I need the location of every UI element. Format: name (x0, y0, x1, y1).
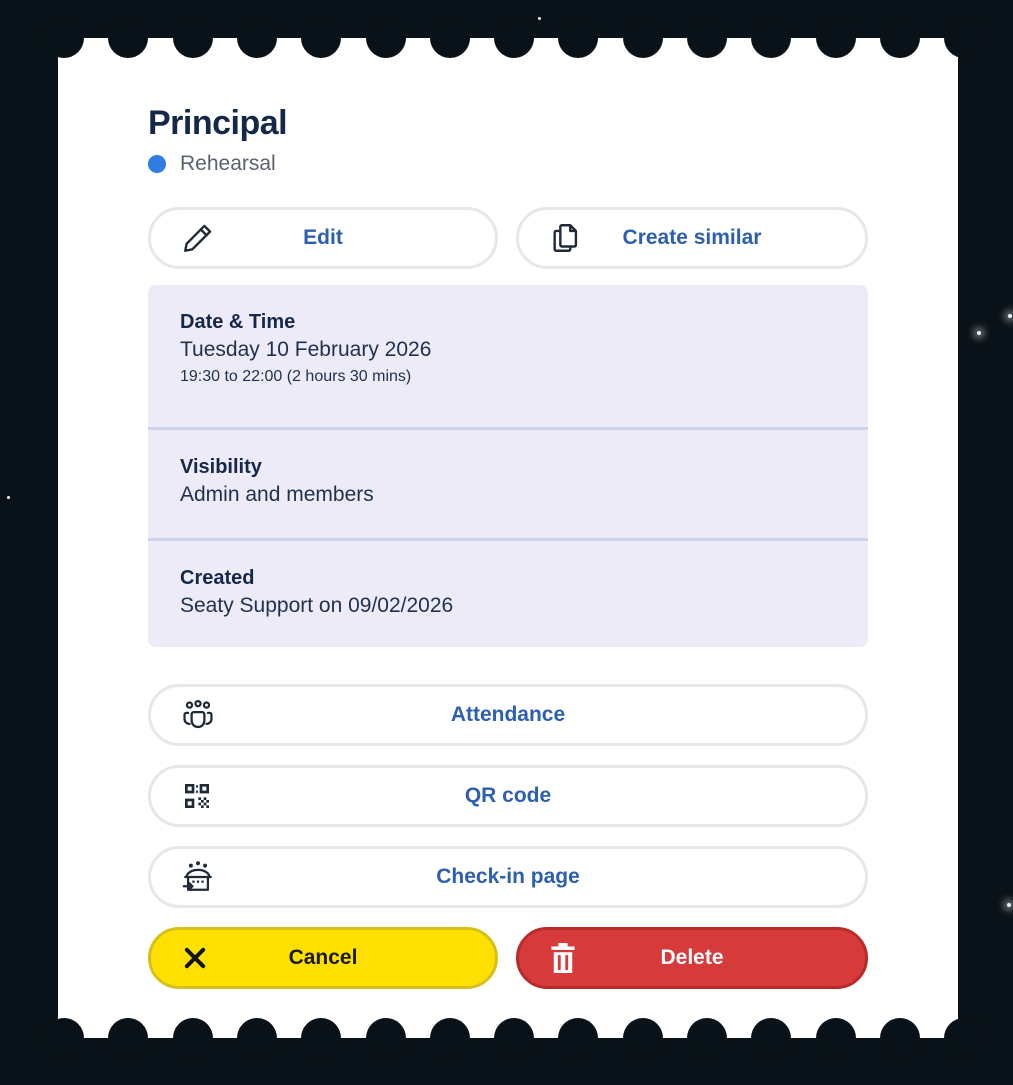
ticket-edge-notch (944, 18, 985, 58)
delete-button[interactable]: Delete (516, 927, 868, 989)
ticket-edge-notch (172, 18, 213, 58)
ticket-edge-notch (429, 1018, 470, 1058)
ticket-edge-notch (687, 1018, 727, 1058)
edit-label: Edit (303, 226, 343, 249)
visibility-value: Admin and members (180, 483, 374, 506)
status-dot-icon (148, 155, 166, 173)
create-similar-button[interactable]: Create similar (516, 207, 868, 269)
ticket-edge-notch (751, 18, 792, 58)
visibility-heading: Visibility (180, 456, 262, 478)
ticket-edge-notch (301, 18, 342, 58)
created-heading: Created (180, 567, 255, 589)
ticket-edge-notch (172, 1018, 213, 1058)
ticket-edge-notch (815, 1018, 856, 1058)
background-star (1008, 314, 1012, 318)
attendance-label: Attendance (450, 703, 566, 726)
ticket-edge-notch (558, 18, 599, 58)
qr-code-button[interactable]: QR code (148, 765, 868, 827)
ticket-edge-notch (108, 18, 149, 58)
ticket-edge-notch (44, 1018, 84, 1058)
background-star (1007, 903, 1011, 907)
event-type-label: Rehearsal (180, 152, 276, 175)
ticket-edge-notch (622, 18, 663, 58)
check-in-page-button[interactable]: Check-in page (148, 846, 868, 908)
background-star (977, 331, 981, 335)
ticket-edge-notch (879, 1018, 920, 1058)
datetime-section: Date & Time Tuesday 10 February 2026 19:… (148, 285, 868, 427)
ticket-edge-notch (236, 18, 277, 58)
delete-label: Delete (660, 946, 724, 969)
event-time: 19:30 to 22:00 (2 hours 30 mins) (180, 368, 412, 385)
ticket-edge-notch (44, 18, 84, 58)
ticket-edge-notch (236, 1018, 277, 1058)
ticket-edge-notch (365, 1018, 406, 1058)
ticket-edge-notch (108, 1018, 149, 1058)
ticket-edge-notch (687, 18, 727, 58)
check-in-icon (181, 860, 215, 894)
check-in-page-label: Check-in page (436, 865, 580, 888)
event-info-panel: Date & Time Tuesday 10 February 2026 19:… (148, 285, 868, 647)
page-title: Principal (148, 104, 288, 142)
cancel-button[interactable]: Cancel (148, 927, 498, 989)
qr-code-label: QR code (464, 784, 552, 807)
ticket-edge-notch (429, 18, 470, 58)
attendance-button[interactable]: Attendance (148, 684, 868, 746)
qr-code-icon (181, 780, 213, 812)
datetime-heading: Date & Time (180, 311, 296, 333)
ticket-edge-notch (558, 1018, 599, 1058)
ticket-edge-notch (751, 1018, 792, 1058)
created-value: Seaty Support on 09/02/2026 (180, 594, 454, 617)
ticket-edge-notch (365, 18, 406, 58)
ticket-edge-notch (944, 1018, 985, 1058)
ticket-edge-notch (879, 18, 920, 58)
background-star (7, 496, 10, 499)
ticket-edge-notch (815, 18, 856, 58)
ticket-edge-notch (494, 1018, 535, 1058)
group-icon (181, 698, 215, 732)
background-star (538, 17, 541, 20)
event-ticket-card: Principal Rehearsal Edit Create similar … (44, 18, 985, 1058)
ticket-edge-notch (622, 1018, 663, 1058)
ticket-edge-notch (494, 18, 535, 58)
background: Principal Rehearsal Edit Create similar … (0, 0, 1013, 1085)
ticket-edge-notch (301, 1018, 342, 1058)
close-icon (181, 944, 209, 972)
pencil-icon (181, 221, 215, 255)
event-date: Tuesday 10 February 2026 (180, 338, 432, 361)
created-section: Created Seaty Support on 09/02/2026 (148, 538, 868, 618)
create-similar-label: Create similar (622, 226, 762, 249)
edit-button[interactable]: Edit (148, 207, 498, 269)
trash-icon (549, 943, 577, 973)
visibility-section: Visibility Admin and members (148, 427, 868, 538)
cancel-label: Cancel (288, 946, 358, 969)
copy-icon (549, 221, 583, 255)
event-type: Rehearsal (148, 152, 276, 176)
